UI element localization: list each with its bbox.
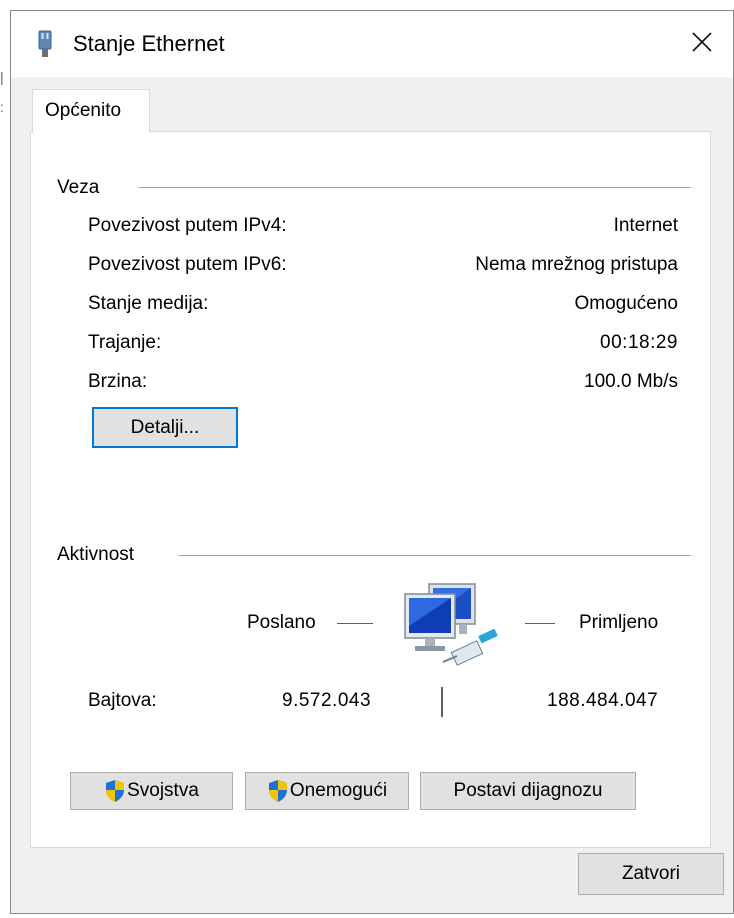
properties-button[interactable]: Svojstva	[70, 772, 233, 810]
speed-value: 100.0 Mb/s	[584, 371, 678, 392]
diagnose-button[interactable]: Postavi dijagnozu	[420, 772, 636, 810]
close-icon	[692, 32, 712, 52]
ipv4-connectivity-value: Internet	[613, 215, 678, 236]
speed-label: Brzina:	[88, 371, 148, 392]
ipv4-connectivity-label: Povezivost putem IPv4:	[88, 215, 287, 236]
general-tab-panel: Veza Povezivost putem IPv4: Internet Pov…	[30, 131, 711, 848]
duration-label: Trajanje:	[88, 332, 162, 353]
ethernet-adapter-icon	[38, 30, 52, 57]
activity-group-divider	[179, 555, 691, 556]
ethernet-status-dialog: Stanje Ethernet Općenito Veza Povezivost…	[10, 10, 734, 914]
tab-general-label: Općenito	[45, 100, 122, 121]
network-computers-icon	[404, 583, 498, 666]
background-window-edge: |	[0, 69, 4, 85]
bytes-received-value: 188.484.047	[547, 690, 659, 711]
duration-value: 00:18:29	[600, 332, 678, 353]
close-button[interactable]: Zatvori	[578, 853, 724, 895]
sent-dash	[337, 623, 373, 624]
close-window-button[interactable]	[671, 11, 733, 73]
ipv6-connectivity-label: Povezivost putem IPv6:	[88, 254, 287, 275]
bytes-label: Bajtova:	[88, 690, 157, 711]
tab-general[interactable]: Općenito	[32, 89, 150, 133]
uac-shield-icon	[268, 780, 287, 802]
properties-button-label: Svojstva	[127, 780, 199, 801]
window-title: Stanje Ethernet	[73, 31, 225, 56]
background-window-edge: :	[0, 99, 4, 115]
media-state-value: Omogućeno	[574, 293, 678, 314]
sent-label: Poslano	[247, 612, 316, 633]
connection-group-divider	[139, 187, 691, 188]
disable-button-label: Onemogući	[289, 780, 388, 801]
bytes-sent-value: 9.572.043	[282, 690, 372, 711]
uac-shield-icon	[106, 780, 125, 802]
details-button[interactable]: Detalji...	[92, 407, 238, 448]
ipv6-connectivity-value: Nema mrežnog pristupa	[475, 254, 678, 275]
connection-group-label: Veza	[57, 177, 100, 199]
received-label: Primljeno	[579, 612, 659, 633]
received-dash	[525, 623, 555, 624]
disable-button[interactable]: Onemogući	[245, 772, 409, 810]
media-state-label: Stanje medija:	[88, 293, 209, 314]
title-bar[interactable]: Stanje Ethernet	[11, 11, 733, 77]
bytes-separator	[441, 687, 443, 717]
activity-group-label: Aktivnost	[57, 544, 135, 566]
